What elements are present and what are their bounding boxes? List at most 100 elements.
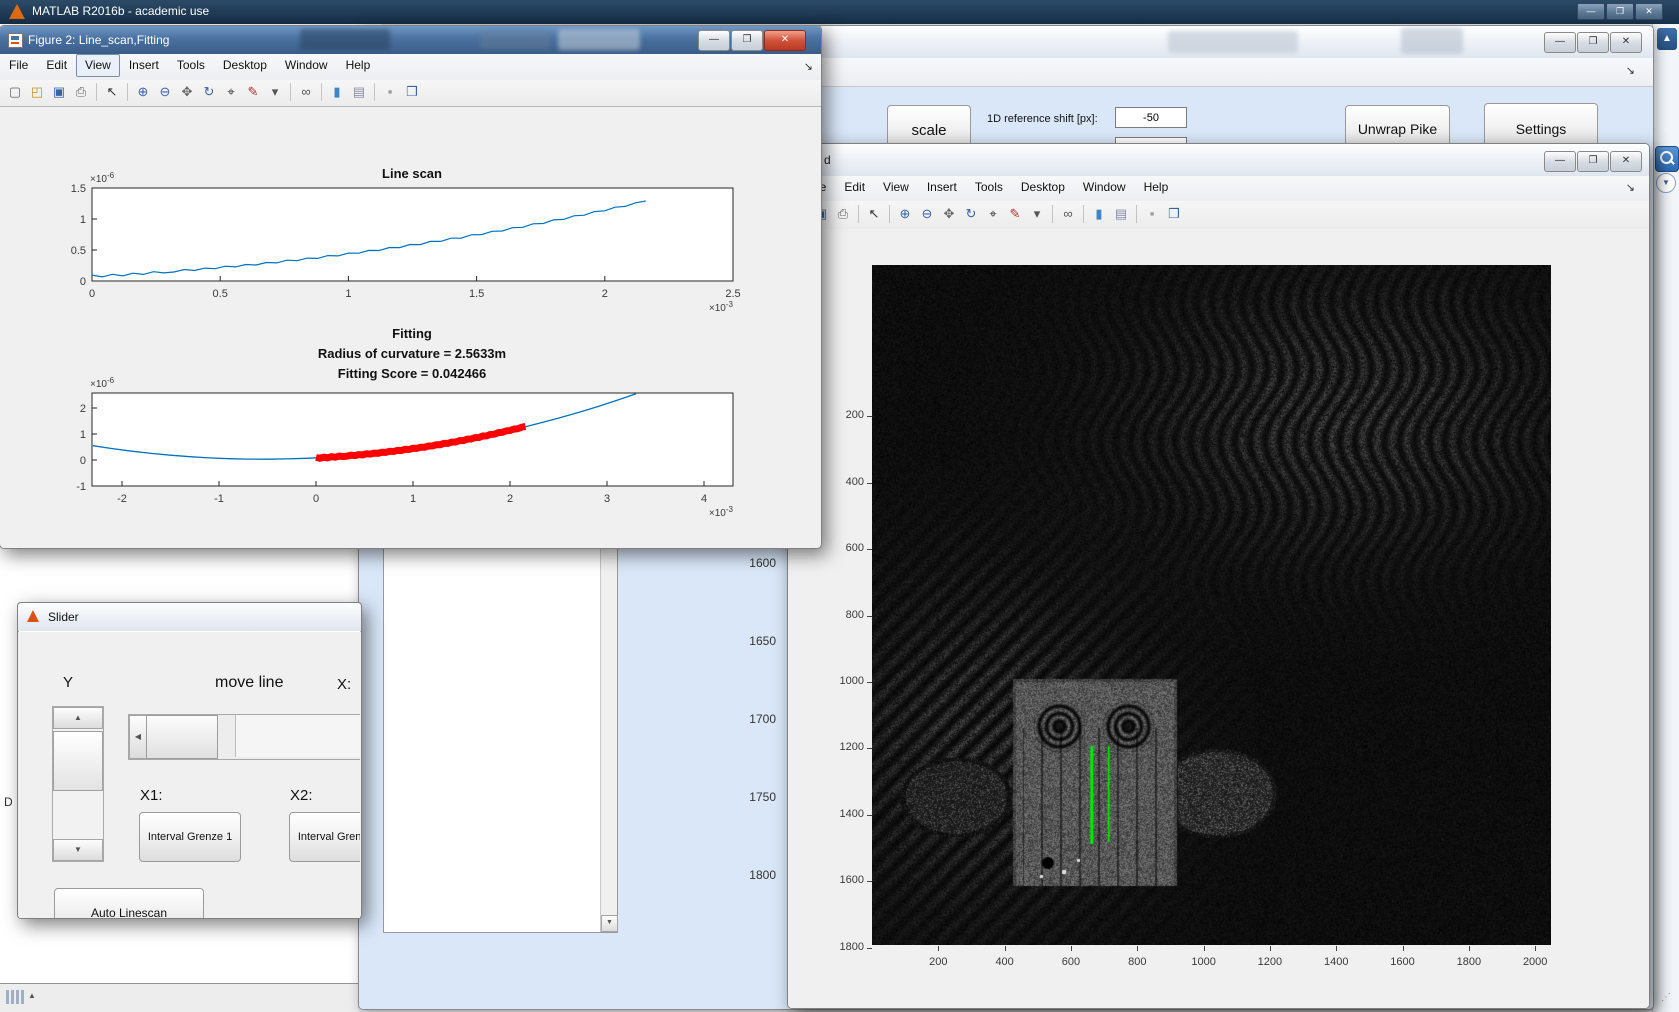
move-line-slider-thumb[interactable] [146, 715, 218, 759]
colorbar-icon[interactable]: ▮ [1089, 205, 1109, 223]
legend-icon[interactable]: ▤ [1111, 205, 1131, 223]
resize-grip-icon[interactable]: ⋰ [1661, 992, 1675, 1006]
minimize-icon[interactable]: — [1577, 3, 1605, 20]
rotate-icon[interactable]: ↻ [199, 83, 219, 101]
y-slider[interactable]: ▲ ▼ [52, 706, 104, 862]
listbox[interactable]: ▼ [383, 506, 618, 933]
pointer-icon[interactable]: ↖ [864, 205, 884, 223]
right-figure-titlebar[interactable]: d — ❐ ✕ [788, 144, 1649, 177]
pan-icon[interactable]: ✥ [177, 83, 197, 101]
scroll-down-button[interactable]: ▼ [601, 915, 618, 932]
interval-grenze1-button[interactable]: Interval Grenze 1 [139, 812, 241, 862]
menu-item-help[interactable]: Help [337, 54, 380, 77]
dropdown-icon[interactable]: ▾ [265, 83, 285, 101]
dock-off-icon[interactable]: ▪ [1142, 205, 1162, 223]
tick-label: 1 [345, 288, 351, 300]
zoom-in-icon[interactable]: ⊕ [133, 83, 153, 101]
main-title: MATLAB R2016b - academic use [32, 4, 210, 18]
axis-exponent-label: ×10-3 [709, 300, 734, 314]
interval-grenze2-button[interactable]: Interval Grenze 2 [289, 812, 360, 862]
brush-icon[interactable]: ✎ [1005, 205, 1025, 223]
minimize-icon[interactable]: — [698, 30, 730, 51]
data-cursor-icon[interactable]: ⌖ [983, 205, 1003, 223]
menu-item-window[interactable]: Window [1074, 176, 1135, 199]
search-button[interactable] [1655, 146, 1679, 172]
colorbar-icon[interactable]: ▮ [327, 83, 347, 101]
listbox-scrollbar[interactable]: ▼ [600, 507, 618, 932]
zoom-out-icon[interactable]: ⊖ [917, 205, 937, 223]
move-line-label: move line [215, 674, 284, 691]
minimized-window-handle[interactable]: ▲ [6, 990, 46, 1006]
interferogram-image[interactable] [872, 265, 1551, 945]
menu-item-insert[interactable]: Insert [918, 176, 966, 199]
print-icon[interactable]: ⎙ [71, 83, 91, 101]
search-options-button[interactable]: ▼ [1656, 173, 1676, 193]
slider-up-button[interactable]: ▲ [53, 707, 103, 729]
right-figure-menubar: ↘ FileEditViewInsertToolsDesktopWindowHe… [788, 176, 1649, 202]
dock-arrow-icon[interactable]: ↘ [1626, 181, 1635, 194]
menu-item-view[interactable]: View [874, 176, 918, 199]
toolbar-separator [889, 205, 890, 223]
tick-label: 0.5 [71, 245, 86, 257]
close-icon[interactable]: ✕ [1635, 3, 1663, 20]
pan-icon[interactable]: ✥ [939, 205, 959, 223]
pointer-icon[interactable]: ↖ [102, 83, 122, 101]
link-plot-icon[interactable]: ∞ [1058, 205, 1078, 223]
menu-item-edit[interactable]: Edit [835, 176, 874, 199]
save-icon[interactable]: ▣ [49, 83, 69, 101]
slider-left-button[interactable]: ◀ [129, 715, 147, 759]
link-plot-icon[interactable]: ∞ [296, 83, 316, 101]
image-x-tick: 1800 [1456, 956, 1482, 968]
zoom-out-icon[interactable]: ⊖ [155, 83, 175, 101]
menu-item-window[interactable]: Window [276, 54, 337, 77]
dock-arrow-icon[interactable]: ↘ [804, 60, 813, 73]
tick-label: 1.5 [469, 288, 484, 300]
brush-icon[interactable]: ✎ [243, 83, 263, 101]
figure2-titlebar[interactable]: Figure 2: Line_scan,Fitting — ❐ ✕ [0, 26, 821, 54]
dock-figure-icon[interactable]: ❒ [1164, 205, 1184, 223]
open-file-icon[interactable]: ◰ [27, 83, 47, 101]
minimize-icon[interactable]: — [1544, 151, 1576, 172]
figure2-title: Figure 2: Line_scan,Fitting [28, 33, 170, 47]
print-icon[interactable]: ⎙ [833, 205, 853, 223]
menu-item-desktop[interactable]: Desktop [1012, 176, 1074, 199]
rotate-icon[interactable]: ↻ [961, 205, 981, 223]
dock-arrow-icon[interactable]: ↘ [1626, 64, 1635, 77]
tick-label: -1 [214, 493, 224, 505]
toolbar-separator [1052, 205, 1053, 223]
dock-off-icon[interactable]: ▪ [380, 83, 400, 101]
collapse-panel-button[interactable]: ▲ [1657, 28, 1677, 50]
maximize-icon[interactable]: ❐ [731, 30, 763, 51]
menu-item-insert[interactable]: Insert [120, 54, 168, 77]
menu-item-edit[interactable]: Edit [37, 54, 76, 77]
auto-linescan-button[interactable]: Auto Linescan [54, 888, 204, 918]
figure2-menubar: ↘ File Edit View Insert Tools Desktop Window He… [0, 54, 821, 81]
restore-icon[interactable]: ❐ [1577, 32, 1609, 53]
close-icon[interactable]: ✕ [1610, 32, 1642, 53]
figure2-plot-area[interactable]: 0 0.5 1 1.5 2 2.5 0 0.5 1 1.5 -2 -1 0 1 2 3 4 -1 0 1 2 ×10-6 ×… [0, 106, 819, 548]
slider-titlebar[interactable]: Slider [18, 603, 361, 632]
restore-icon[interactable]: ❐ [1577, 151, 1609, 172]
dropdown-icon[interactable]: ▾ [1027, 205, 1047, 223]
y-slider-thumb[interactable] [53, 731, 103, 791]
new-figure-icon[interactable]: ▢ [5, 83, 25, 101]
dock-figure-icon[interactable]: ❒ [402, 83, 422, 101]
radius-of-curvature-label: Radius of curvature = 2.5633m [318, 346, 506, 361]
menu-item-view[interactable]: View [76, 54, 120, 77]
data-cursor-icon[interactable]: ⌖ [221, 83, 241, 101]
tick-label: 2 [507, 493, 513, 505]
zoom-in-icon[interactable]: ⊕ [895, 205, 915, 223]
restore-icon[interactable]: ❐ [1606, 3, 1634, 20]
menu-item-file[interactable]: File [0, 54, 37, 77]
ref-shift-input[interactable] [1115, 107, 1187, 128]
move-line-slider[interactable]: ◀ [128, 714, 360, 760]
close-icon[interactable]: ✕ [764, 30, 806, 51]
menu-item-tools[interactable]: Tools [966, 176, 1012, 199]
menu-item-help[interactable]: Help [1135, 176, 1178, 199]
legend-icon[interactable]: ▤ [349, 83, 369, 101]
menu-item-desktop[interactable]: Desktop [214, 54, 276, 77]
close-icon[interactable]: ✕ [1610, 151, 1642, 172]
slider-down-button[interactable]: ▼ [53, 839, 103, 861]
menu-item-tools[interactable]: Tools [168, 54, 214, 77]
minimize-icon[interactable]: — [1544, 32, 1576, 53]
